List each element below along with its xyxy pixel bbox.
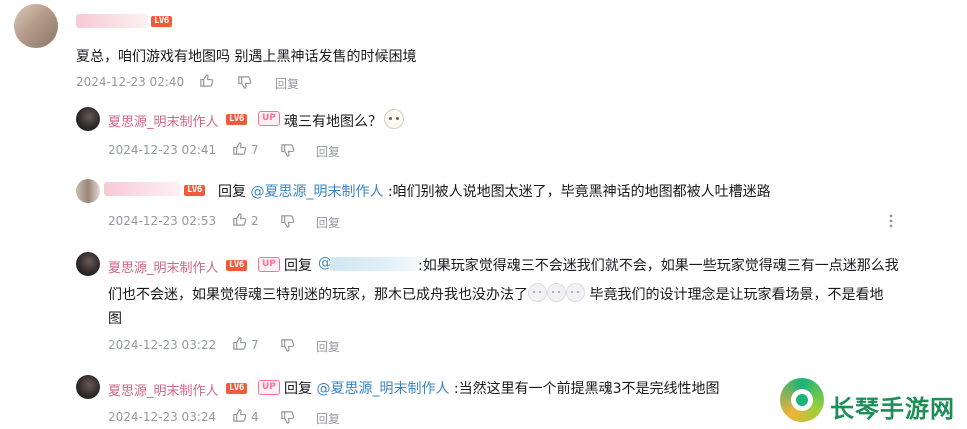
more-vertical-icon[interactable] [888, 214, 894, 228]
reply-button[interactable]: 回复 [316, 143, 340, 160]
like-icon[interactable] [232, 336, 247, 351]
reply-body: :当然这里有一个前提黑魂3不是完线性地图 [453, 381, 720, 397]
avatar[interactable] [76, 179, 100, 203]
reply-text: 回复 @夏思源_明末制作人 :当然这里有一个前提黑魂3不是完线性地图 [284, 378, 720, 398]
mention-link[interactable]: @夏思源_明末制作人 [250, 184, 383, 200]
like-count: 7 [251, 143, 259, 157]
like-icon[interactable] [232, 408, 247, 423]
reply-text: 回复 @夏思源_明末制作人 :咱们别被人说地图太迷了，毕竟黑神话的地图都被人吐槽… [218, 181, 771, 201]
like-icon[interactable] [232, 141, 247, 156]
level-badge: LV6 [226, 383, 247, 394]
username-redacted[interactable] [104, 182, 180, 196]
reply-prefix: 回复 [284, 381, 312, 397]
username-redacted[interactable] [76, 14, 148, 28]
reply-body: :咱们别被人说地图太迷了，毕竟黑神话的地图都被人吐槽迷路 [387, 184, 771, 200]
reply-text-line3: 图 [108, 311, 122, 327]
like-count: 4 [251, 410, 259, 424]
reply-time: 2024-12-23 03:24 [108, 410, 217, 424]
reply-username[interactable]: 夏思源_明末制作人 [108, 111, 219, 130]
level-badge: LV6 [151, 16, 172, 27]
level-badge: LV6 [226, 114, 247, 125]
reply-button[interactable]: 回复 [275, 75, 299, 92]
dislike-icon[interactable] [280, 410, 295, 425]
dislike-icon[interactable] [280, 338, 295, 353]
mention-link[interactable]: @夏思源_明末制作人 [316, 381, 449, 397]
dislike-icon[interactable] [237, 75, 252, 90]
mention-redacted[interactable] [330, 257, 418, 271]
like-icon[interactable] [232, 212, 247, 227]
reply-time: 2024-12-23 02:41 [108, 143, 217, 157]
reply-username[interactable]: 夏思源_明末制作人 [108, 257, 219, 276]
level-badge: LV6 [184, 185, 205, 196]
reply-text-line2: 们也不会迷，如果觉得魂三特别迷的玩家，那木已成舟我也没办法了 毕竟我们的设计理念… [108, 283, 883, 304]
up-badge: UP [258, 380, 280, 395]
watermark-logo-center [796, 394, 808, 406]
dislike-icon[interactable] [280, 143, 295, 158]
avatar[interactable] [76, 107, 100, 131]
reply-prefix: 回复 [284, 258, 312, 274]
avatar[interactable] [14, 4, 58, 48]
comment-text: 夏总，咱们游戏有地图吗 别遇上黑神话发售的时候困境 [76, 49, 417, 65]
like-icon[interactable] [199, 73, 214, 88]
up-badge: UP [258, 257, 280, 272]
emoji-icon [528, 283, 547, 302]
reply-username[interactable]: 夏思源_明末制作人 [108, 380, 219, 399]
reply-button[interactable]: 回复 [316, 338, 340, 355]
reply-prefix: 回复 [218, 184, 246, 200]
level-badge: LV6 [226, 260, 247, 271]
watermark-brand: 长琴手游网 [830, 395, 955, 423]
dislike-icon[interactable] [280, 214, 295, 229]
reply-button[interactable]: 回复 [316, 410, 340, 427]
avatar[interactable] [76, 252, 100, 276]
comment-time: 2024-12-23 02:40 [76, 75, 185, 89]
like-count: 7 [251, 338, 259, 352]
emoji-icon [547, 283, 566, 302]
emoji-icon [384, 109, 404, 129]
like-count: 2 [251, 214, 259, 228]
reply-text: 魂三有地图么？ [284, 109, 404, 131]
reply-button[interactable]: 回复 [316, 214, 340, 231]
up-badge: UP [258, 111, 280, 126]
avatar[interactable] [76, 375, 100, 399]
reply-time: 2024-12-23 02:53 [108, 214, 217, 228]
emoji-icon [566, 283, 585, 302]
reply-time: 2024-12-23 03:22 [108, 338, 217, 352]
reply-text-line1: :如果玩家觉得魂三不会迷我们就不会，如果一些玩家觉得魂三有一点迷那么我 [418, 258, 899, 274]
